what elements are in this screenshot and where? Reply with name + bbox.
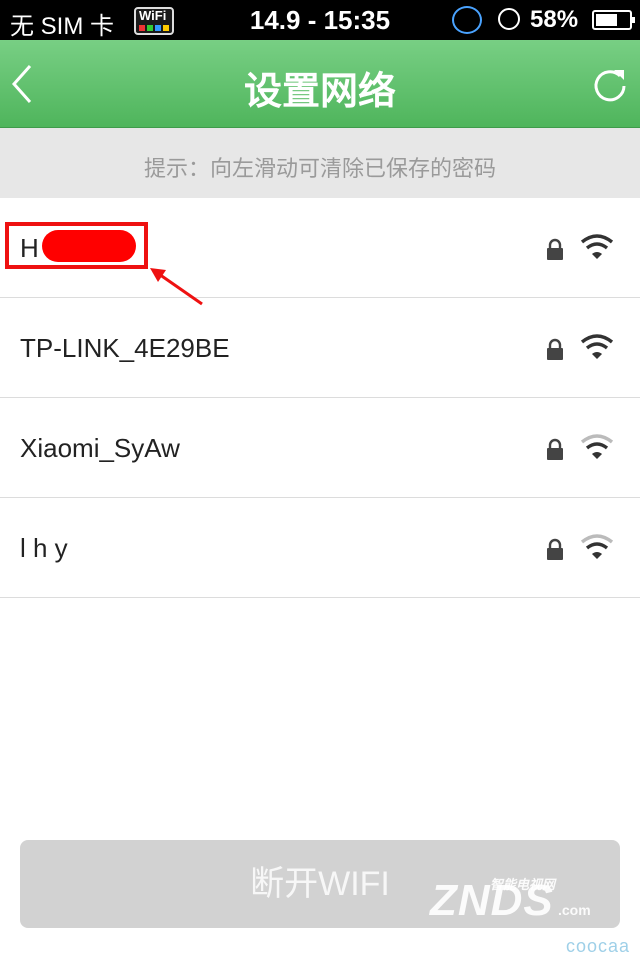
- annotation-box: [5, 222, 148, 269]
- page-title: 设置网络: [243, 71, 396, 113]
- wifi-row[interactable]: Xiaomi_SyAw: [0, 398, 640, 498]
- lock-icon: [547, 338, 563, 360]
- battery-percent: 58%: [530, 6, 579, 33]
- wifi-row[interactable]: TP-LINK_4E29BE: [0, 298, 640, 398]
- wifi-signal-icon: [580, 534, 614, 559]
- wifi-row[interactable]: l h y: [0, 498, 640, 598]
- status-bar: 无 SIM 卡 WiFi 14.9 - 15:35 58%: [0, 0, 640, 40]
- swipe-hint: 提示：向左滑动可清除已保存的密码: [0, 128, 640, 198]
- ssid-label: Xiaomi_SyAw: [20, 433, 180, 463]
- ssid-label: TP-LINK_4E29BE: [20, 333, 230, 363]
- znds-watermark-text: ZNDS: [430, 876, 554, 925]
- wifi-signal-icon: [580, 434, 614, 459]
- nav-bar: 设置网络: [0, 40, 640, 128]
- znds-watermark: 智能电视网 ZNDS .com: [430, 860, 610, 930]
- alarm-icon: [498, 8, 520, 30]
- coocaa-watermark: coocaa: [566, 936, 631, 956]
- battery-icon: [592, 10, 635, 30]
- wifi-list: H TP-LINK_4E29BE Xiaomi_SyAw l h y: [0, 198, 640, 598]
- lock-icon: [547, 238, 563, 260]
- rotation-lock-icon: [452, 6, 482, 34]
- wifi-row[interactable]: H: [0, 198, 640, 298]
- annotation-arrow-icon: [150, 268, 203, 306]
- ssid-label: l h y: [20, 533, 68, 563]
- refresh-icon[interactable]: [590, 64, 630, 104]
- wifi-signal-icon: [580, 334, 614, 359]
- wifi-signal-icon: [580, 234, 614, 259]
- znds-watermark-com: .com: [558, 902, 591, 918]
- lock-icon: [547, 438, 563, 460]
- lock-icon: [547, 538, 563, 560]
